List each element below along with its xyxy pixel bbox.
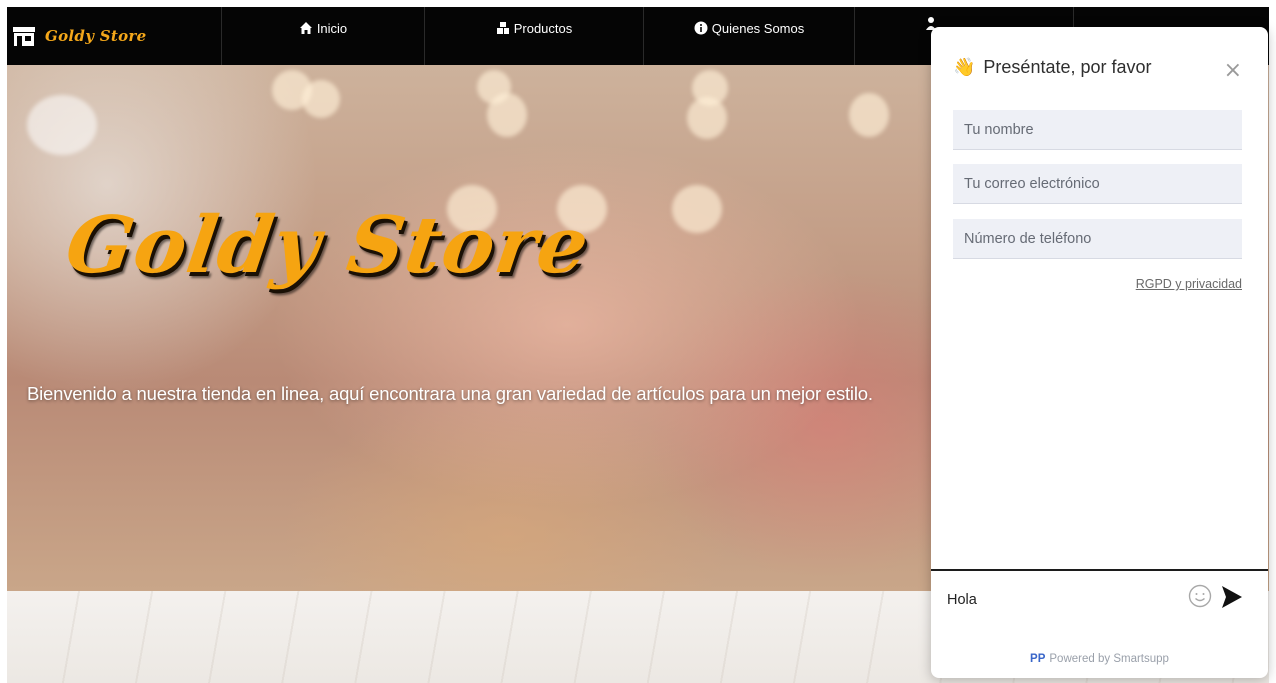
cubes-icon (496, 22, 509, 34)
chat-divider (931, 569, 1268, 571)
hero-logo-title: Goldy Store (60, 200, 595, 291)
bokeh-light (849, 93, 889, 137)
gdpr-privacy-link[interactable]: RGPD y privacidad (1136, 277, 1242, 291)
nav-item-inicio[interactable]: Inicio (222, 7, 425, 65)
bokeh-light (687, 97, 727, 139)
emoji-icon[interactable] (1188, 584, 1212, 608)
nav-item-label: Quienes Somos (711, 21, 805, 36)
nav-item-quienes-somos[interactable]: Quienes Somos (644, 7, 855, 65)
chat-widget: 👋 Preséntate, por favor × RGPD y privaci… (931, 27, 1268, 678)
powered-by-text: Powered by Smartsupp (1049, 653, 1169, 665)
powered-by-footer[interactable]: PP Powered by Smartsupp (931, 653, 1268, 665)
send-icon[interactable] (1221, 585, 1243, 609)
nav-item-productos[interactable]: Productos (425, 7, 644, 65)
chat-title: Preséntate, por favor (983, 57, 1152, 77)
waving-hand-icon: 👋 (953, 57, 976, 77)
store-icon (13, 27, 35, 46)
nav-item-label: Productos (513, 21, 573, 36)
chat-header: 👋 Preséntate, por favor (953, 57, 1152, 78)
close-icon[interactable]: × (1224, 60, 1242, 82)
name-field[interactable] (953, 110, 1242, 150)
smartsupp-logo: PP (1030, 653, 1046, 665)
info-circle-icon (694, 21, 708, 35)
email-field[interactable] (953, 164, 1242, 204)
bokeh-light (487, 93, 527, 137)
brand-name: Goldy Store (45, 27, 147, 45)
brand-link[interactable]: Goldy Store (7, 7, 222, 65)
message-input[interactable]: Hola (947, 592, 977, 608)
nav-item-label: Inicio (316, 21, 348, 36)
bokeh-light (27, 95, 97, 155)
bokeh-light (302, 80, 340, 118)
home-icon (299, 22, 312, 34)
bokeh-light (672, 185, 722, 233)
hero-welcome-text: Bienvenido a nuestra tienda en linea, aq… (27, 383, 873, 404)
phone-field[interactable] (953, 219, 1242, 259)
